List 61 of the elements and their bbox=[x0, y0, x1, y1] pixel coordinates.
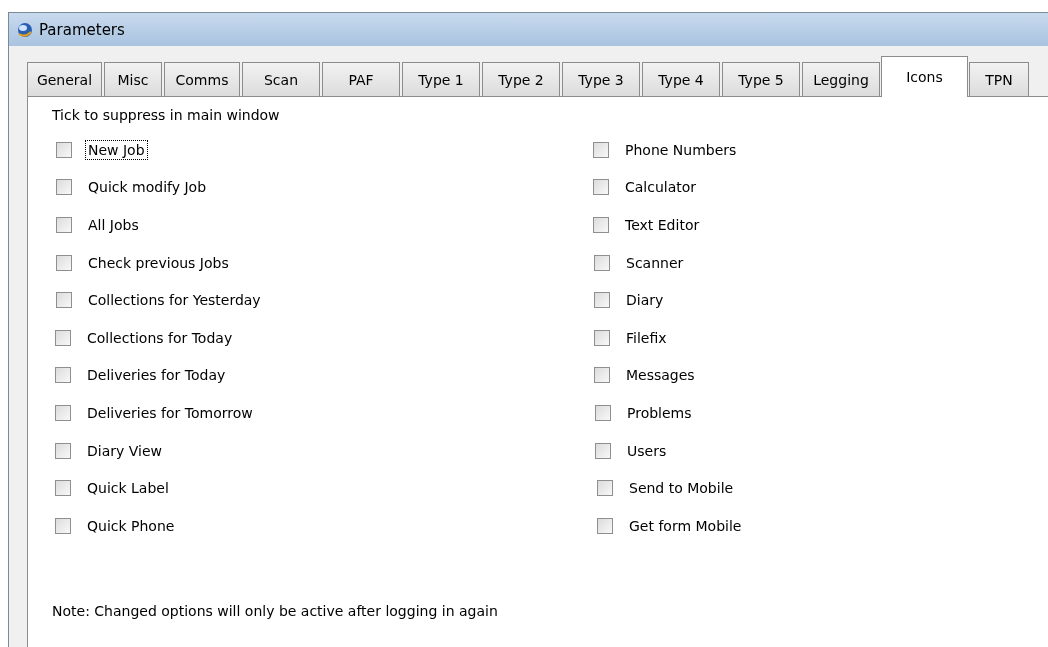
checkbox-label[interactable]: Deliveries for Tomorrow bbox=[85, 403, 255, 422]
checkbox[interactable] bbox=[56, 217, 72, 233]
tab[interactable]: TPN bbox=[969, 62, 1029, 97]
checkbox[interactable] bbox=[55, 329, 71, 346]
tab[interactable]: PAF bbox=[322, 62, 400, 97]
tab[interactable]: General bbox=[27, 62, 102, 97]
checkbox[interactable] bbox=[597, 517, 613, 534]
checkbox-label[interactable]: Collections for Yesterday bbox=[86, 291, 263, 310]
checkbox-label[interactable]: New Job bbox=[86, 140, 147, 159]
tab[interactable]: Type 4 bbox=[642, 62, 720, 97]
checkbox[interactable] bbox=[594, 292, 610, 309]
checkbox-label[interactable]: Messages bbox=[624, 366, 697, 385]
checkbox[interactable] bbox=[55, 367, 71, 384]
checkbox-label[interactable]: Calculator bbox=[623, 178, 699, 197]
checkbox[interactable] bbox=[56, 254, 72, 271]
checkbox-label[interactable]: Collections for Today bbox=[85, 328, 235, 347]
checkbox[interactable] bbox=[595, 442, 611, 459]
window-title: Parameters bbox=[39, 20, 125, 39]
checkbox-label[interactable]: Check previous Jobs bbox=[86, 253, 231, 272]
checkbox[interactable] bbox=[55, 480, 71, 497]
checkbox-label[interactable]: Scanner bbox=[624, 253, 686, 272]
tab[interactable]: Scan bbox=[242, 62, 320, 97]
checkbox[interactable] bbox=[55, 442, 71, 459]
checkbox-label[interactable]: Send to Mobile bbox=[627, 479, 736, 498]
instruction-text: Tick to suppress in main window bbox=[52, 107, 281, 123]
checkbox-label[interactable]: Users bbox=[625, 441, 669, 460]
checkbox[interactable] bbox=[56, 141, 72, 158]
checkbox[interactable] bbox=[56, 292, 72, 309]
tab[interactable]: Icons bbox=[881, 56, 968, 97]
tab[interactable]: Misc bbox=[104, 62, 162, 97]
tab[interactable]: Type 5 bbox=[722, 62, 800, 97]
tab[interactable]: Type 3 bbox=[562, 62, 640, 97]
checkbox[interactable] bbox=[594, 254, 610, 271]
tab[interactable]: Type 2 bbox=[482, 62, 560, 97]
checkbox-label[interactable]: Phone Numbers bbox=[623, 140, 739, 159]
globe-icon bbox=[17, 21, 33, 38]
checkbox[interactable] bbox=[56, 179, 72, 196]
note-text: Note: Changed options will only be active after logging in again bbox=[52, 602, 499, 619]
checkbox-label[interactable]: Diary bbox=[624, 291, 666, 310]
checkbox-label[interactable]: Quick modify Job bbox=[86, 178, 208, 197]
checkbox-label[interactable]: Diary View bbox=[85, 441, 164, 460]
checkbox[interactable] bbox=[597, 480, 613, 497]
checkbox[interactable] bbox=[594, 367, 610, 384]
checkbox[interactable] bbox=[593, 141, 609, 158]
checkbox-label[interactable]: Get form Mobile bbox=[627, 516, 744, 535]
checkbox-label[interactable]: Quick Phone bbox=[85, 516, 177, 535]
checkbox[interactable] bbox=[593, 179, 609, 196]
checkbox[interactable] bbox=[55, 404, 71, 421]
checkbox-label[interactable]: All Jobs bbox=[86, 216, 141, 234]
checkbox-label[interactable]: Deliveries for Today bbox=[85, 366, 228, 385]
tab[interactable]: Legging bbox=[802, 62, 880, 97]
checkbox-label[interactable]: Problems bbox=[625, 403, 694, 422]
checkbox-label[interactable]: Quick Label bbox=[85, 479, 171, 498]
checkbox[interactable] bbox=[55, 517, 71, 534]
checkbox-label[interactable]: Filefix bbox=[624, 328, 669, 347]
checkbox-label[interactable]: Text Editor bbox=[623, 216, 702, 234]
checkbox[interactable] bbox=[595, 404, 611, 421]
checkbox[interactable] bbox=[594, 329, 610, 346]
tab[interactable]: Comms bbox=[164, 62, 240, 97]
tab[interactable]: Type 1 bbox=[402, 62, 480, 97]
checkbox[interactable] bbox=[593, 217, 609, 233]
